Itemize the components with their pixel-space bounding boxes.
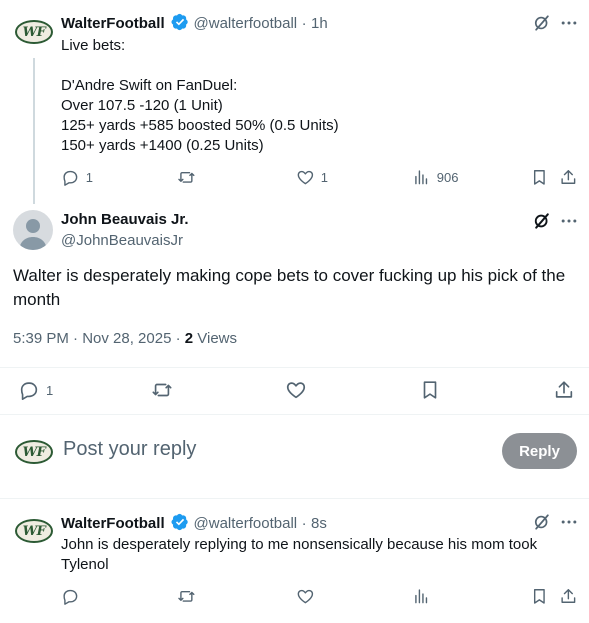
reply-icon [63, 589, 78, 605]
dot-separator: · [301, 15, 307, 32]
tweet3-bookmark-button[interactable] [530, 587, 549, 606]
focus-like-button[interactable] [285, 379, 307, 401]
tweet1-time[interactable]: 1h [311, 15, 328, 32]
focus-author-name[interactable]: John Beauvais Jr. [61, 211, 189, 228]
divider [0, 498, 589, 499]
share-icon [561, 589, 576, 603]
reply-icon [20, 382, 38, 400]
wf-logo: WF [15, 20, 53, 44]
tweet1-bookmark-button[interactable] [530, 168, 549, 187]
tweet1-like-count: 1 [320, 169, 328, 185]
tweet1-repost-button[interactable] [177, 168, 196, 187]
grok-icon[interactable] [532, 13, 552, 38]
wf-logo: WF [15, 440, 53, 464]
repost-icon [178, 171, 195, 183]
verified-badge-icon [171, 513, 188, 531]
divider [0, 367, 589, 368]
tweet1-reply-button[interactable]: 1 [61, 168, 93, 187]
focus-views-label: Views [193, 330, 238, 347]
analytics-icon [415, 170, 428, 185]
bookmark-icon [533, 170, 545, 185]
focus-views-count: 2 [184, 330, 194, 347]
reply-input[interactable]: Post your reply [63, 438, 196, 461]
more-options-icon[interactable] [559, 512, 579, 537]
focus-grok-icon[interactable] [532, 211, 552, 236]
repost-icon [152, 383, 172, 397]
dot-separator: · [301, 515, 307, 532]
focus-handle[interactable]: @JohnBeauvaisJr [61, 232, 183, 249]
tweet1-view-count: 906 [436, 169, 459, 185]
focus-more-options-icon[interactable] [559, 211, 579, 236]
tweet1-header: WalterFootball @walterfootball · 1h [61, 13, 328, 33]
composer-avatar: WF [14, 432, 54, 472]
tweet1-handle[interactable]: @walterfootball [194, 15, 298, 32]
john-avatar[interactable] [13, 210, 53, 250]
reply-icon [63, 170, 78, 186]
tweet1-author-name[interactable]: WalterFootball [61, 15, 165, 32]
focus-bookmark-button[interactable] [419, 379, 441, 401]
focus-tweet-text: Walter is desperately making cope bets t… [13, 266, 566, 309]
tweet3-views-button[interactable] [412, 587, 431, 606]
tweet3-header: WalterFootball @walterfootball · 8s [61, 513, 327, 533]
wf-logo: WF [15, 519, 53, 543]
tweet3-author-name[interactable]: WalterFootball [61, 515, 165, 532]
share-icon [561, 170, 576, 184]
reply-button[interactable]: Reply [502, 433, 577, 469]
more-options-icon[interactable] [559, 13, 579, 38]
thread-line [33, 58, 35, 204]
tweet1-text: Live bets: D'Andre Swift on FanDuel: Ove… [61, 37, 339, 154]
focus-share-button[interactable] [553, 379, 575, 401]
repost-icon [178, 590, 195, 602]
heart-icon [297, 170, 314, 185]
heart-icon [286, 382, 306, 399]
focus-timestamp[interactable]: 5:39 PM · Nov 28, 2025 · [13, 330, 185, 347]
analytics-icon [415, 589, 428, 604]
focus-repost-button[interactable] [151, 379, 173, 401]
bookmark-icon [533, 589, 545, 604]
tweet3-time[interactable]: 8s [311, 515, 327, 532]
heart-icon [297, 589, 314, 604]
bookmark-icon [423, 381, 437, 399]
focus-reply-count: 1 [46, 382, 54, 398]
tweet3-text: John is desperately replying to me nonse… [61, 536, 538, 573]
tweet3-like-button[interactable] [296, 587, 315, 606]
grok-icon[interactable] [532, 512, 552, 537]
divider [0, 414, 589, 415]
focus-meta: 5:39 PM · Nov 28, 2025 · 2 Views [13, 330, 237, 347]
share-icon [555, 381, 573, 398]
tweet3-repost-button[interactable] [177, 587, 196, 606]
walterfootball-avatar[interactable]: WF [14, 12, 54, 52]
default-profile-icon [19, 219, 47, 250]
tweet3-reply-button[interactable] [61, 587, 80, 606]
tweet1-views-button[interactable]: 906 [412, 168, 458, 187]
tweet3-share-button[interactable] [559, 587, 578, 606]
verified-badge-icon [171, 13, 188, 31]
tweet1-like-button[interactable]: 1 [296, 168, 328, 187]
walterfootball-avatar[interactable]: WF [14, 511, 54, 551]
focus-reply-button[interactable]: 1 [18, 379, 53, 401]
tweet1-reply-count: 1 [85, 169, 93, 185]
tweet3-handle[interactable]: @walterfootball [194, 515, 298, 532]
tweet1-share-button[interactable] [559, 168, 578, 187]
